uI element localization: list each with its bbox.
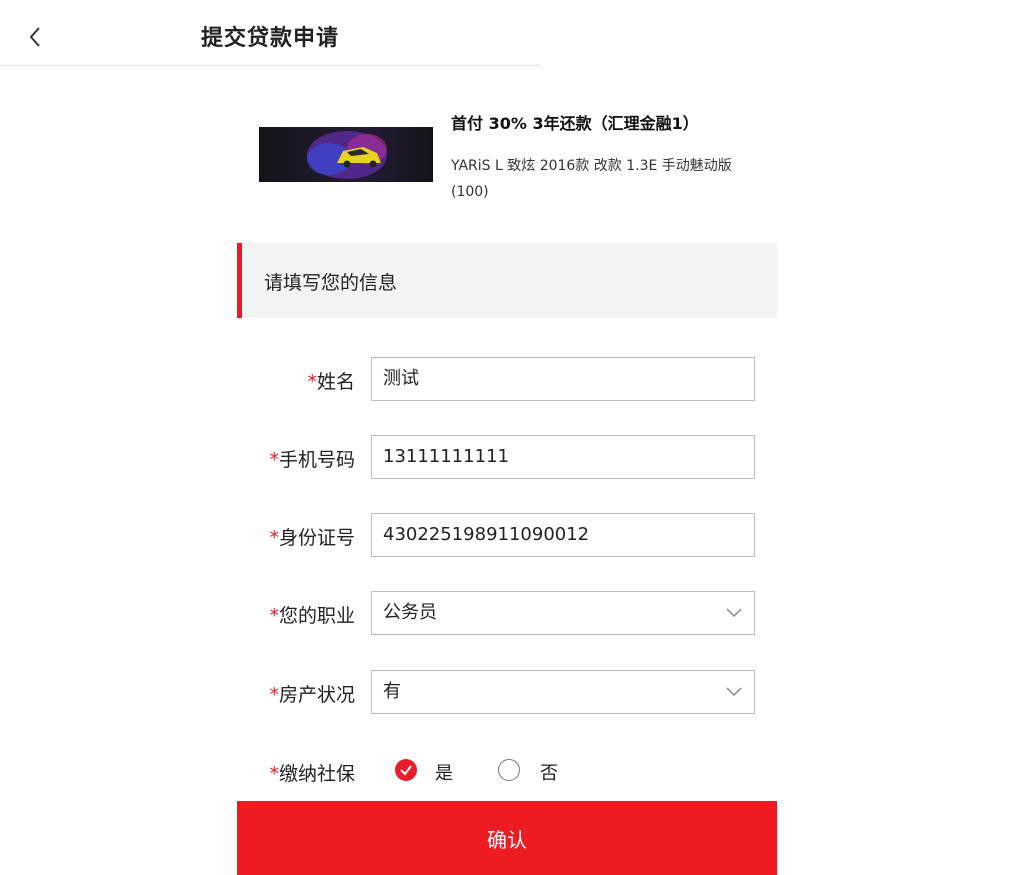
chevron-down-icon bbox=[726, 608, 742, 618]
name-input[interactable]: 测试 bbox=[371, 357, 755, 401]
property-value: 有 bbox=[383, 681, 401, 702]
car-thumbnail bbox=[259, 127, 433, 182]
confirm-button[interactable]: 确认 bbox=[237, 801, 777, 875]
phone-row: *手机号码 13111111111 bbox=[237, 435, 777, 479]
chevron-down-icon bbox=[726, 687, 742, 697]
occupation-row: *您的职业 公务员 bbox=[237, 591, 777, 635]
property-label: *房产状况 bbox=[269, 684, 355, 706]
phone-label: *手机号码 bbox=[269, 449, 355, 471]
radio-no[interactable] bbox=[498, 759, 520, 781]
phone-input[interactable]: 13111111111 bbox=[371, 435, 755, 479]
product-summary: 首付 30% 3年还款（汇理金融1） YARiS L 致炫 2016款 改款 1… bbox=[259, 103, 779, 213]
occupation-label: *您的职业 bbox=[269, 605, 355, 627]
occupation-value: 公务员 bbox=[383, 602, 437, 623]
page-title: 提交贷款申请 bbox=[200, 26, 339, 51]
id-number-row: *身份证号 430225198911090012 bbox=[237, 513, 777, 557]
radio-yes-label[interactable]: 是 bbox=[435, 759, 453, 785]
name-row: *姓名 测试 bbox=[237, 357, 777, 401]
check-icon bbox=[400, 765, 412, 776]
id-number-label: *身份证号 bbox=[269, 527, 355, 549]
id-number-input[interactable]: 430225198911090012 bbox=[371, 513, 755, 557]
loan-plan-title: 首付 30% 3年还款（汇理金融1） bbox=[451, 114, 699, 133]
social-security-row: *缴纳社保 是 否 bbox=[237, 749, 777, 793]
property-row: *房产状况 有 bbox=[237, 670, 777, 714]
section-title: 请填写您的信息 bbox=[264, 272, 398, 294]
section-header: 请填写您的信息 bbox=[237, 243, 777, 318]
radio-yes[interactable] bbox=[395, 759, 417, 781]
name-label: *姓名 bbox=[307, 371, 355, 393]
radio-no-label[interactable]: 否 bbox=[540, 759, 558, 785]
occupation-select[interactable]: 公务员 bbox=[371, 591, 755, 635]
social-security-label: *缴纳社保 bbox=[269, 763, 355, 785]
car-model-description: YARiS L 致炫 2016款 改款 1.3E 手动魅动版 (100) bbox=[451, 158, 732, 200]
property-select[interactable]: 有 bbox=[371, 670, 755, 714]
top-bar: 提交贷款申请 bbox=[0, 0, 540, 66]
